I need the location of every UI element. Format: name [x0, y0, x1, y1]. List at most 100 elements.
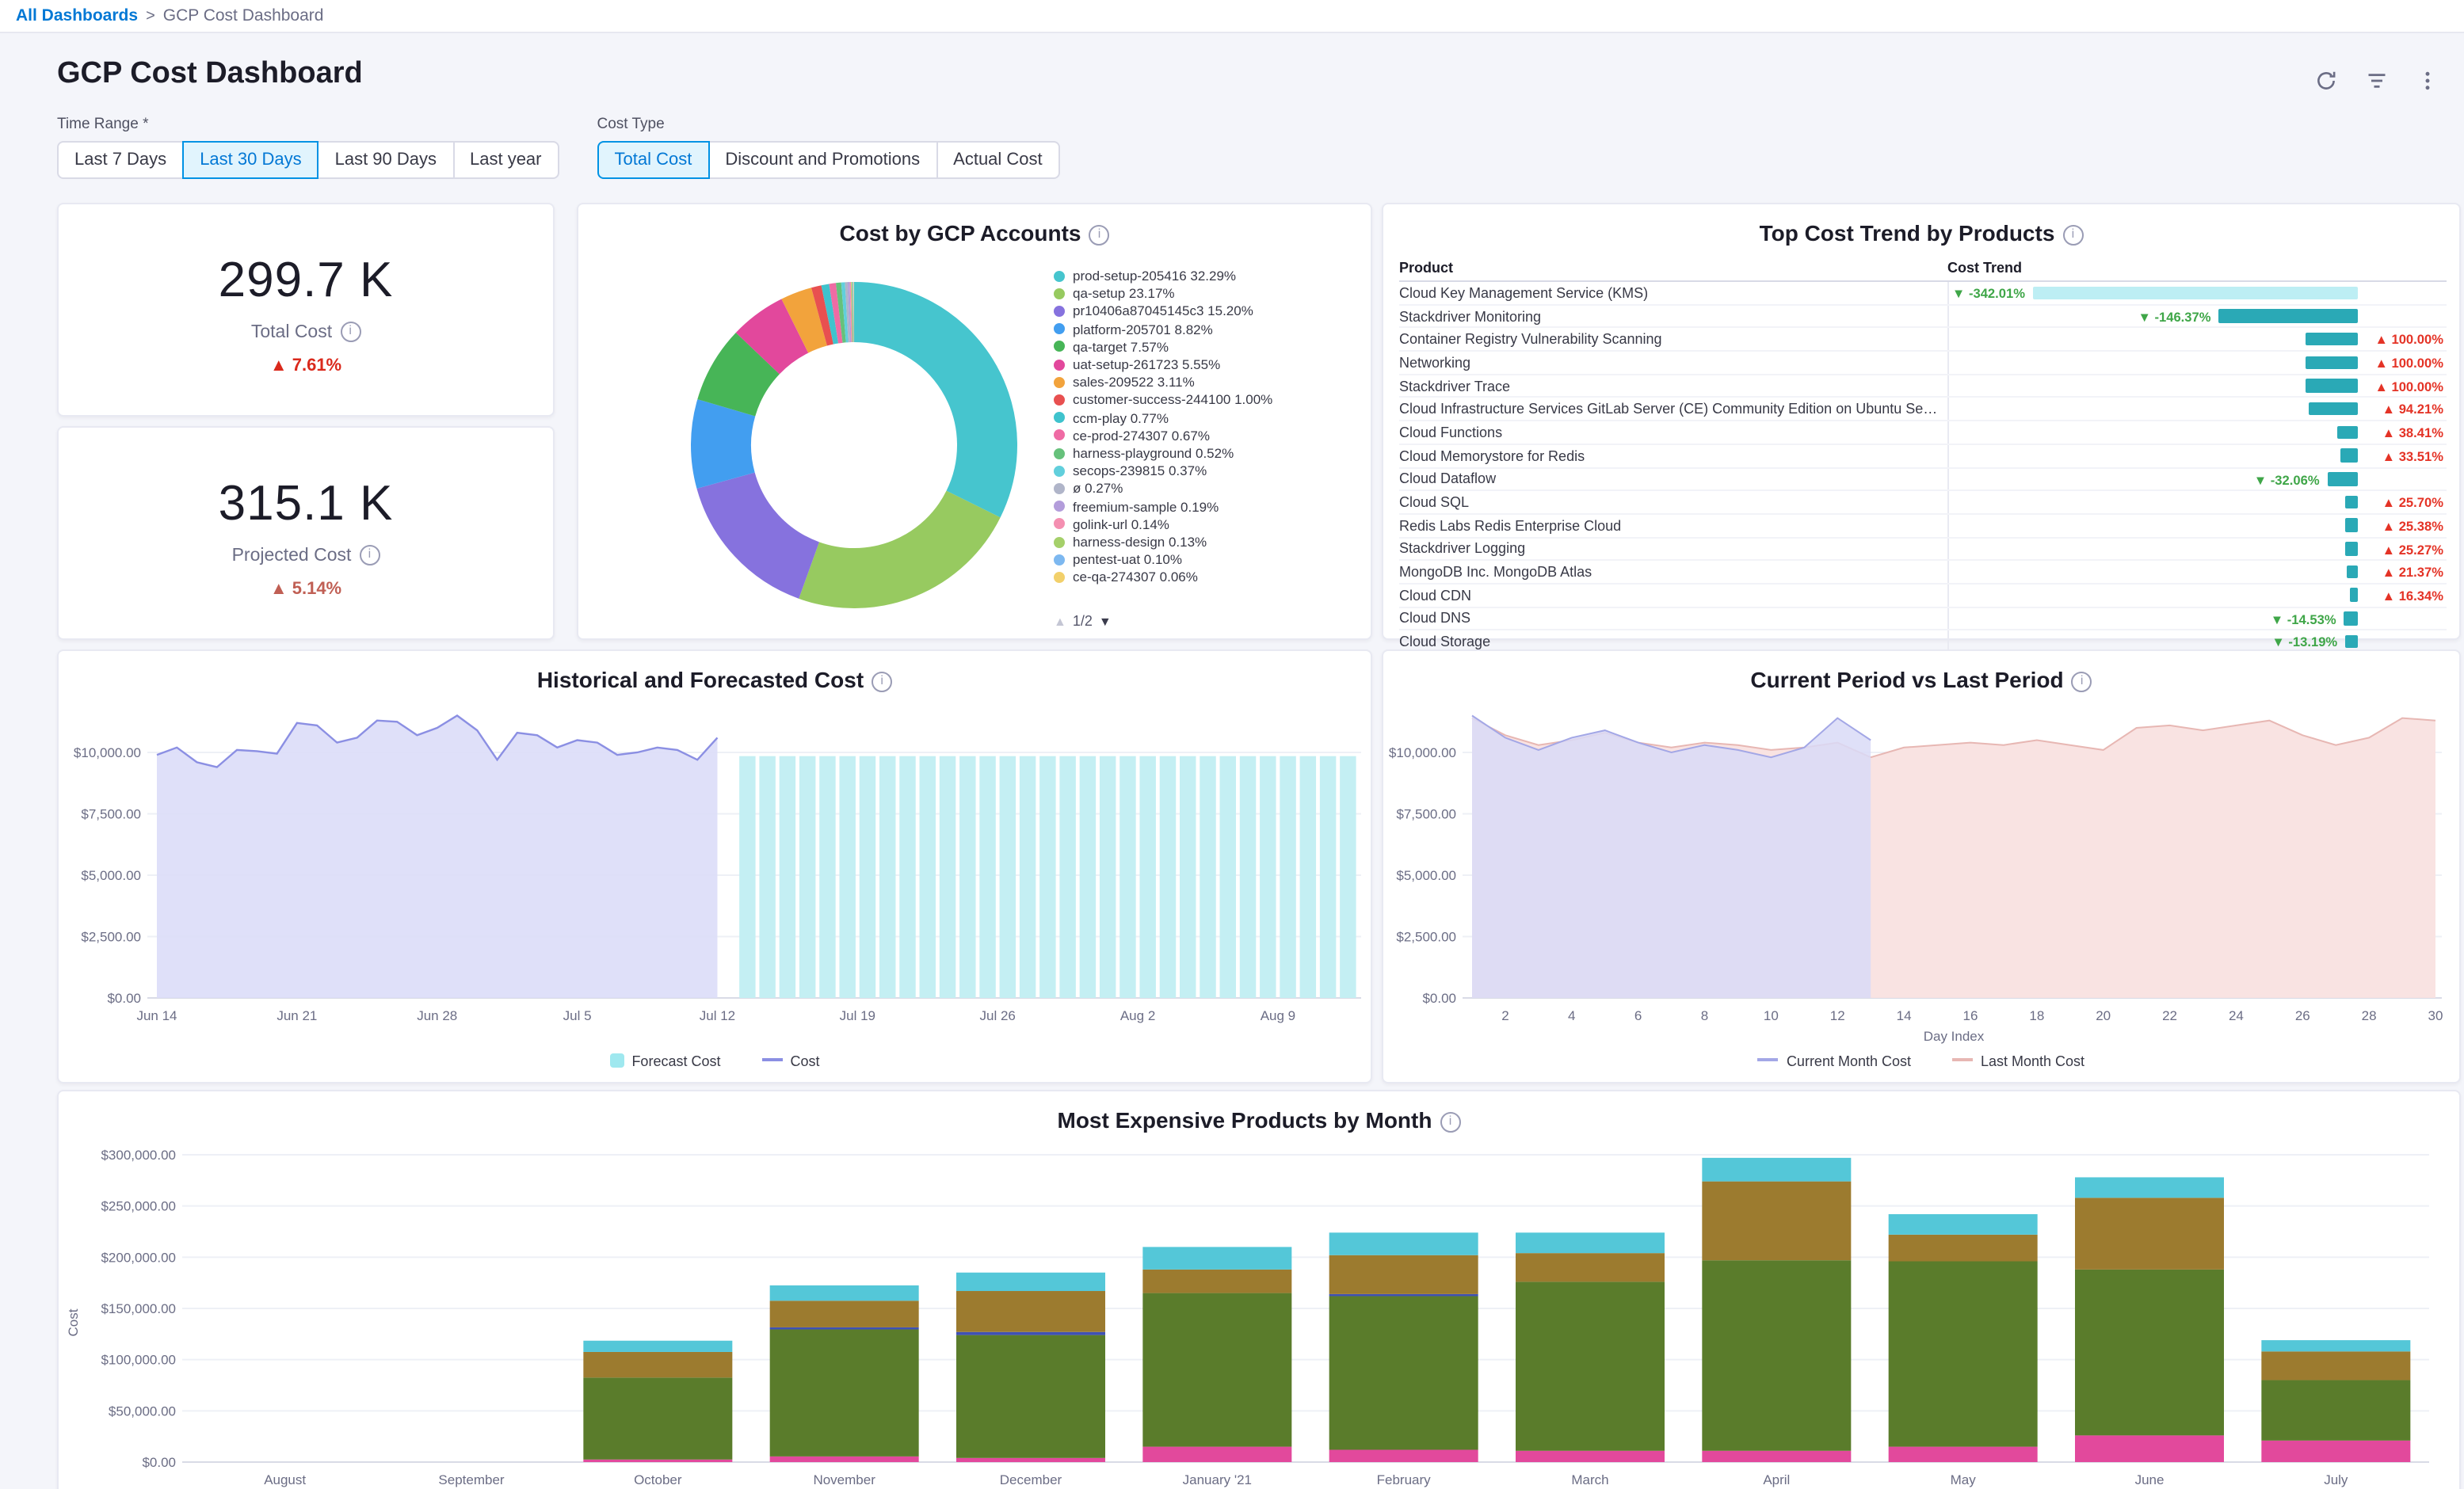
bar-segment-brown[interactable] — [1889, 1235, 2038, 1262]
bar-segment-brown[interactable] — [1142, 1270, 1291, 1293]
forecast-bar[interactable] — [1240, 756, 1256, 998]
forecast-bar[interactable] — [799, 756, 815, 998]
forecast-bar[interactable] — [780, 756, 795, 998]
bar-segment-cyan[interactable] — [1889, 1214, 2038, 1235]
bar-segment-brown[interactable] — [1702, 1182, 1851, 1261]
bar-segment-cyan[interactable] — [1702, 1158, 1851, 1182]
info-icon[interactable] — [2062, 225, 2083, 246]
legend-item-prod-setup-205416[interactable]: prod-setup-205416 32.29% — [1054, 268, 1364, 284]
cost-type-option-actual-cost[interactable]: Actual Cost — [936, 141, 1060, 179]
bar-segment-olive-green[interactable] — [956, 1335, 1105, 1458]
trend-bar[interactable] — [2344, 519, 2358, 532]
time-range-option-last-year[interactable]: Last year — [452, 141, 559, 179]
bar-segment-brown[interactable] — [1516, 1253, 1665, 1281]
forecast-bar[interactable] — [940, 756, 955, 998]
bar-segment-brown[interactable] — [583, 1352, 732, 1377]
forecast-bar[interactable] — [1260, 756, 1276, 998]
bar-segment-indigo[interactable] — [770, 1327, 919, 1330]
bar-segment-cyan[interactable] — [1329, 1232, 1478, 1255]
forecast-bar[interactable] — [1139, 756, 1155, 998]
bar-segment-cyan[interactable] — [2261, 1340, 2410, 1351]
bar-segment-magenta[interactable] — [1889, 1447, 2038, 1462]
forecast-bar[interactable] — [1039, 756, 1055, 998]
more-options-button[interactable] — [2416, 70, 2439, 92]
table-row[interactable]: Networking▲ 100.00% — [1399, 352, 2447, 375]
legend-item-pentest-uat[interactable]: pentest-uat 0.10% — [1054, 552, 1364, 568]
forecast-bar[interactable] — [1320, 756, 1336, 998]
legend-item-qa-target[interactable]: qa-target 7.57% — [1054, 339, 1364, 355]
donut-slice-uat-setup-261723[interactable] — [757, 326, 795, 354]
donut-slice-qa-target[interactable] — [727, 353, 758, 408]
forecast-bar[interactable] — [1340, 756, 1356, 998]
legend-item-harness-design[interactable]: harness-design 0.13% — [1054, 534, 1364, 550]
bar-segment-olive-green[interactable] — [583, 1377, 732, 1459]
table-row[interactable]: Stackdriver Monitoring▼ -146.37% — [1399, 305, 2447, 328]
trend-bar[interactable] — [2033, 286, 2358, 299]
monthly-products-stacked-bar-chart[interactable]: $0.00$50,000.00$100,000.00$150,000.00$20… — [59, 1133, 2459, 1489]
trend-bar[interactable] — [2345, 635, 2358, 649]
forecast-bar[interactable] — [1180, 756, 1196, 998]
bar-segment-magenta[interactable] — [1142, 1447, 1291, 1462]
forecast-bar[interactable] — [1119, 756, 1135, 998]
forecast-bar[interactable] — [1020, 756, 1036, 998]
bar-segment-magenta[interactable] — [956, 1458, 1105, 1462]
table-row[interactable]: Cloud Functions▲ 38.41% — [1399, 421, 2447, 444]
forecast-bar[interactable] — [819, 756, 835, 998]
bar-segment-olive-green[interactable] — [1702, 1260, 1851, 1451]
bar-segment-magenta[interactable] — [583, 1460, 732, 1462]
bar-segment-olive-green[interactable] — [1142, 1293, 1291, 1447]
filter-button[interactable] — [2366, 70, 2388, 92]
legend-item-customer-success-244100[interactable]: customer-success-244100 1.00% — [1054, 392, 1364, 408]
forecast-bar[interactable] — [879, 756, 895, 998]
forecast-bar[interactable] — [1000, 756, 1016, 998]
trend-bar[interactable] — [2219, 309, 2358, 322]
legend-item-ccm-play[interactable]: ccm-play 0.77% — [1054, 409, 1364, 425]
legend-item-platform-205701[interactable]: platform-205701 8.82% — [1054, 321, 1364, 337]
table-row[interactable]: Stackdriver Trace▲ 100.00% — [1399, 375, 2447, 398]
bar-segment-olive-green[interactable] — [1516, 1281, 1665, 1450]
forecast-bar[interactable] — [959, 756, 975, 998]
trend-bar[interactable] — [2347, 566, 2358, 579]
legend-item-ce-qa-274307[interactable]: ce-qa-274307 0.06% — [1054, 569, 1364, 585]
forecast-bar[interactable] — [839, 756, 855, 998]
current-month-area[interactable] — [1472, 716, 1871, 999]
forecast-bar[interactable] — [1200, 756, 1215, 998]
bar-segment-magenta[interactable] — [1329, 1449, 1478, 1462]
forecast-bar[interactable] — [1280, 756, 1295, 998]
donut-slice-customer-success-244100[interactable] — [819, 314, 827, 316]
forecast-bar[interactable] — [739, 756, 755, 998]
legend-item-freemium-sample[interactable]: freemium-sample 0.19% — [1054, 498, 1364, 514]
legend-item-cost[interactable]: Cost — [762, 1053, 820, 1069]
historical-forecast-chart[interactable]: $0.00$2,500.00$5,000.00$7,500.00$10,000.… — [59, 702, 1371, 1038]
info-icon[interactable] — [359, 545, 380, 566]
donut-slice-platform-205701[interactable] — [721, 408, 727, 481]
trend-bar[interactable] — [2349, 588, 2358, 602]
breadcrumb-all-dashboards[interactable]: All Dashboards — [16, 6, 138, 25]
trend-bar[interactable] — [2306, 379, 2358, 393]
table-row[interactable]: Stackdriver Logging▲ 25.27% — [1399, 538, 2447, 561]
forecast-bar[interactable] — [759, 756, 775, 998]
bar-segment-olive-green[interactable] — [2075, 1270, 2224, 1436]
trend-bar[interactable] — [2309, 402, 2358, 416]
trend-bar[interactable] — [2328, 472, 2358, 486]
forecast-bar[interactable] — [899, 756, 915, 998]
table-row[interactable]: Container Registry Vulnerability Scannin… — [1399, 329, 2447, 352]
legend-item-qa-setup[interactable]: qa-setup 23.17% — [1054, 285, 1364, 301]
trend-bar[interactable] — [2306, 356, 2358, 369]
page-up-icon[interactable] — [1054, 614, 1066, 628]
bar-segment-cyan[interactable] — [1142, 1247, 1291, 1269]
bar-segment-cyan[interactable] — [2075, 1177, 2224, 1198]
donut-slice-qa-setup[interactable] — [809, 505, 973, 578]
legend-item-ce-prod-274307[interactable]: ce-prod-274307 0.67% — [1054, 428, 1364, 444]
bar-segment-brown[interactable] — [1329, 1255, 1478, 1294]
legend-item-last-month[interactable]: Last Month Cost — [1952, 1053, 2084, 1069]
bar-segment-olive-green[interactable] — [2261, 1380, 2410, 1441]
legend-item-harness-playground[interactable]: harness-playground 0.52% — [1054, 445, 1364, 461]
forecast-bar[interactable] — [1100, 756, 1116, 998]
donut-slice-ce-prod-274307[interactable] — [833, 313, 839, 314]
bar-segment-cyan[interactable] — [1516, 1232, 1665, 1253]
legend-item-forecast[interactable]: Forecast Cost — [609, 1053, 720, 1069]
table-row[interactable]: Cloud Key Management Service (KMS)▼ -342… — [1399, 282, 2447, 305]
time-range-option-last-90-days[interactable]: Last 90 Days — [318, 141, 454, 179]
time-range-option-last-7-days[interactable]: Last 7 Days — [57, 141, 184, 179]
